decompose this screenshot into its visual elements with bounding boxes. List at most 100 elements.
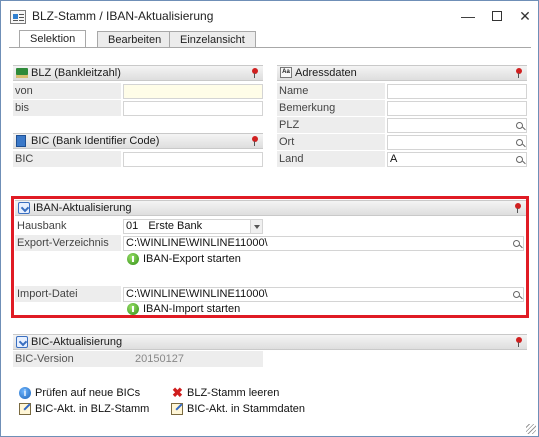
land-input[interactable]: A bbox=[387, 152, 527, 167]
hausbank-code: 01 bbox=[126, 220, 139, 232]
iban-panel-title: IBAN-Aktualisierung bbox=[33, 202, 132, 214]
document-icon bbox=[16, 135, 28, 147]
clear-blz-button[interactable]: ✖ BLZ-Stamm leeren bbox=[171, 386, 279, 400]
bic-input[interactable] bbox=[123, 152, 263, 167]
address-icon: Aa bbox=[280, 67, 292, 79]
blz-von-row: von bbox=[13, 83, 263, 99]
tab-einzelansicht[interactable]: Einzelansicht bbox=[169, 31, 256, 48]
maximize-icon bbox=[492, 11, 502, 21]
maximize-button[interactable] bbox=[488, 7, 506, 25]
hausbank-label: Hausbank bbox=[15, 218, 121, 234]
land-row: Land A bbox=[277, 151, 527, 167]
tab-bearbeiten[interactable]: Bearbeiten bbox=[97, 31, 173, 48]
pin-icon[interactable] bbox=[515, 337, 523, 347]
blz-von-input[interactable] bbox=[123, 84, 263, 99]
adressdaten-panel-title: Adressdaten bbox=[295, 67, 357, 79]
bic-version-row: BIC-Version 20150127 bbox=[13, 351, 527, 367]
pin-icon[interactable] bbox=[515, 68, 523, 78]
main-window: BLZ-Stamm / IBAN-Aktualisierung — ✕ Sele… bbox=[0, 0, 539, 437]
delete-icon: ✖ bbox=[172, 385, 183, 400]
blz-bis-row: bis bbox=[13, 100, 263, 116]
bemerkung-row: Bemerkung bbox=[277, 100, 527, 116]
bic-aktualisierung-panel: BIC-Aktualisierung BIC-Version 20150127 … bbox=[13, 334, 527, 422]
name-input[interactable] bbox=[387, 84, 527, 99]
pin-icon[interactable] bbox=[251, 136, 259, 146]
bic-akt-blz-label: BIC-Akt. in BLZ-Stamm bbox=[35, 403, 150, 415]
name-label: Name bbox=[277, 83, 385, 99]
bank-book-icon bbox=[16, 67, 28, 79]
iban-panel-header: IBAN-Aktualisierung bbox=[15, 200, 526, 216]
blz-panel: BLZ (Bankleitzahl) von bis bbox=[13, 65, 263, 117]
land-label: Land bbox=[277, 151, 385, 167]
bemerkung-label: Bemerkung bbox=[277, 100, 385, 116]
bemerkung-input[interactable] bbox=[387, 101, 527, 116]
hausbank-name: Erste Bank bbox=[148, 220, 203, 232]
iban-import-label: IBAN-Import starten bbox=[143, 303, 241, 315]
export-directory-value: C:\WINLINE\WINLINE11000\ bbox=[126, 237, 268, 249]
check-new-bics-button[interactable]: i Prüfen auf neue BICs bbox=[19, 386, 140, 400]
bic-akt-blz-button[interactable]: BIC-Akt. in BLZ-Stamm bbox=[19, 402, 149, 416]
iban-export-button[interactable]: IBAN-Export starten bbox=[127, 252, 241, 266]
export-label: Export-Verzeichnis bbox=[15, 235, 121, 251]
blz-panel-header: BLZ (Bankleitzahl) bbox=[13, 65, 263, 81]
search-icon[interactable] bbox=[513, 240, 520, 247]
plz-label: PLZ bbox=[277, 117, 385, 133]
import-label: Import-Datei bbox=[15, 286, 121, 302]
bic-refresh-icon bbox=[16, 336, 28, 348]
export-row: Export-Verzeichnis C:\WINLINE\WINLINE110… bbox=[15, 235, 526, 251]
check-new-bics-label: Prüfen auf neue BICs bbox=[35, 387, 141, 399]
import-file-value: C:\WINLINE\WINLINE11000\ bbox=[126, 288, 268, 300]
iban-export-label: IBAN-Export starten bbox=[143, 253, 241, 265]
land-value: A bbox=[390, 153, 398, 165]
bic-panel: BIC (Bank Identifier Code) BIC bbox=[13, 133, 263, 167]
iban-import-button[interactable]: IBAN-Import starten bbox=[127, 302, 240, 316]
start-icon bbox=[127, 253, 139, 265]
bic-akt-stamm-button[interactable]: BIC-Akt. in Stammdaten bbox=[171, 402, 305, 416]
edit-icon bbox=[171, 403, 183, 415]
search-icon[interactable] bbox=[513, 291, 520, 298]
title-bar: BLZ-Stamm / IBAN-Aktualisierung — ✕ bbox=[1, 1, 538, 31]
blz-von-label: von bbox=[13, 83, 121, 99]
bic-panel-header: BIC (Bank Identifier Code) bbox=[13, 133, 263, 149]
bic-row: BIC bbox=[13, 151, 263, 167]
import-row: Import-Datei C:\WINLINE\WINLINE11000\ bbox=[15, 286, 526, 302]
name-row: Name bbox=[277, 83, 527, 99]
resize-grip[interactable] bbox=[526, 424, 536, 434]
plz-input[interactable] bbox=[387, 118, 527, 133]
ort-row: Ort bbox=[277, 134, 527, 150]
iban-refresh-icon bbox=[18, 202, 30, 214]
tab-divider bbox=[9, 47, 531, 48]
plz-row: PLZ bbox=[277, 117, 527, 133]
export-directory-input[interactable]: C:\WINLINE\WINLINE11000\ bbox=[123, 236, 524, 251]
ort-label: Ort bbox=[277, 134, 385, 150]
bic-aktualisierung-header: BIC-Aktualisierung bbox=[13, 334, 527, 350]
edit-icon bbox=[19, 403, 31, 415]
iban-panel: IBAN-Aktualisierung Hausbank 01 Erste Ba… bbox=[15, 200, 526, 315]
app-icon bbox=[10, 10, 26, 24]
start-icon bbox=[127, 303, 139, 315]
bic-version-value: 20150127 bbox=[135, 353, 184, 365]
bic-aktualisierung-title: BIC-Aktualisierung bbox=[31, 336, 123, 348]
ort-input[interactable] bbox=[387, 135, 527, 150]
pin-icon[interactable] bbox=[514, 203, 522, 213]
blz-bis-label: bis bbox=[13, 100, 121, 116]
minimize-button[interactable]: — bbox=[459, 7, 477, 25]
bic-panel-title: BIC (Bank Identifier Code) bbox=[31, 135, 160, 147]
adressdaten-panel-header: Aa Adressdaten bbox=[277, 65, 527, 81]
blz-bis-input[interactable] bbox=[123, 101, 263, 116]
pin-icon[interactable] bbox=[251, 68, 259, 78]
import-file-input[interactable]: C:\WINLINE\WINLINE11000\ bbox=[123, 287, 524, 302]
tab-bar: Selektion Bearbeiten Einzelansicht bbox=[9, 30, 531, 48]
clear-blz-label: BLZ-Stamm leeren bbox=[187, 387, 280, 399]
hausbank-select[interactable]: 01 Erste Bank bbox=[123, 219, 263, 234]
tab-selektion[interactable]: Selektion bbox=[19, 30, 87, 48]
chevron-down-icon[interactable] bbox=[250, 220, 262, 233]
hausbank-row: Hausbank 01 Erste Bank bbox=[15, 218, 526, 234]
blz-panel-title: BLZ (Bankleitzahl) bbox=[31, 67, 121, 79]
bic-label: BIC bbox=[13, 151, 121, 167]
close-button[interactable]: ✕ bbox=[516, 7, 534, 25]
info-icon: i bbox=[19, 387, 31, 399]
search-icon[interactable] bbox=[516, 139, 523, 146]
search-icon[interactable] bbox=[516, 122, 523, 129]
search-icon[interactable] bbox=[516, 156, 523, 163]
